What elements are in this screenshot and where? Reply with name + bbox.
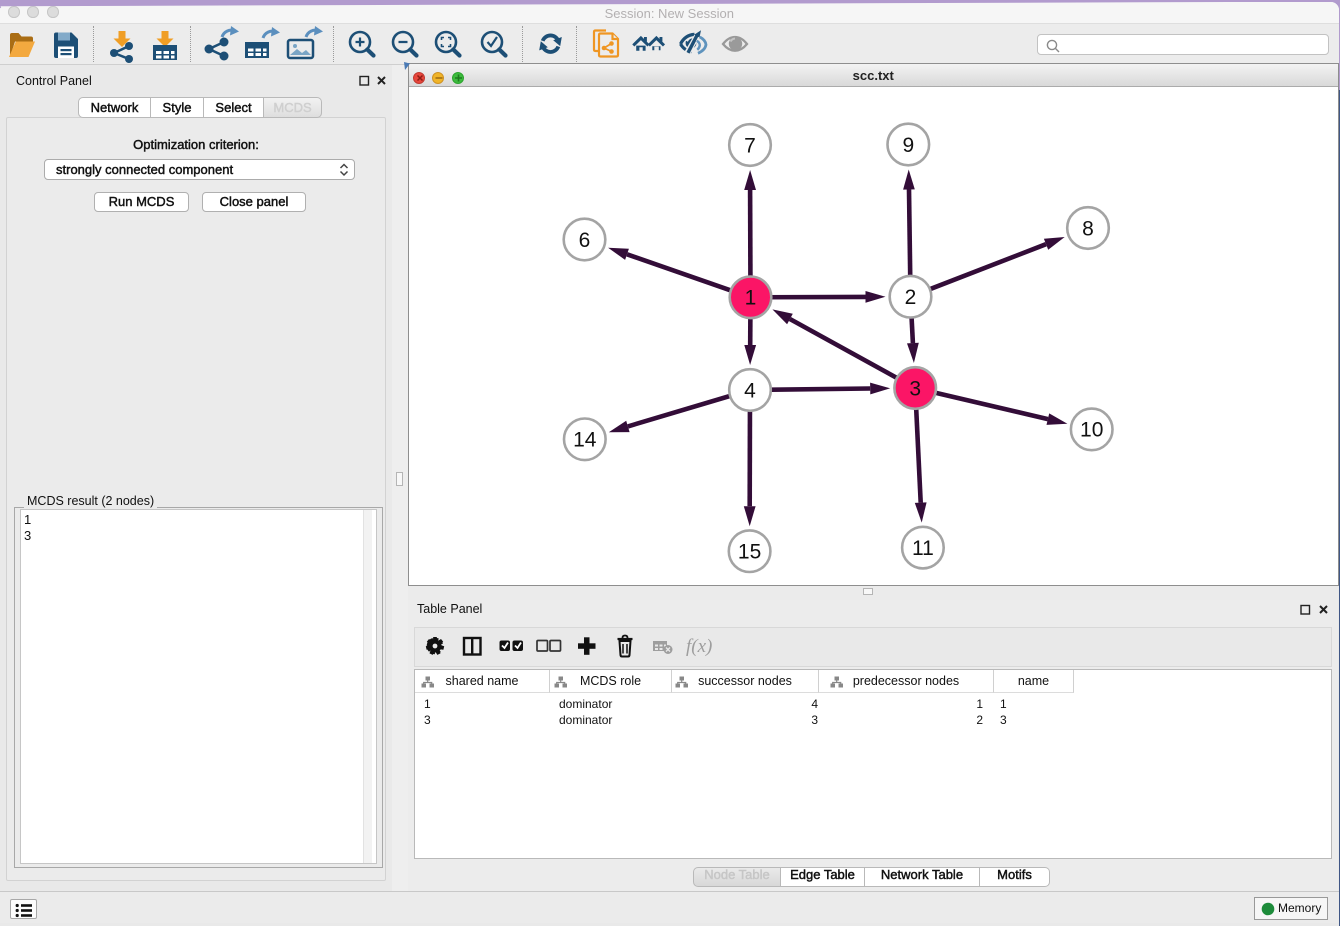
- svg-text:1: 1: [745, 287, 757, 310]
- svg-text:14: 14: [573, 429, 597, 452]
- svg-text:11: 11: [912, 537, 934, 560]
- svg-text:4: 4: [744, 379, 756, 402]
- svg-text:6: 6: [579, 229, 591, 252]
- svg-text:15: 15: [738, 541, 761, 564]
- svg-text:2: 2: [905, 286, 917, 309]
- svg-text:8: 8: [1082, 217, 1094, 240]
- svg-text:3: 3: [909, 377, 921, 400]
- svg-text:f(x): f(x): [686, 636, 712, 657]
- svg-text:7: 7: [744, 134, 756, 157]
- svg-text:9: 9: [902, 134, 914, 157]
- svg-text:10: 10: [1080, 419, 1103, 442]
